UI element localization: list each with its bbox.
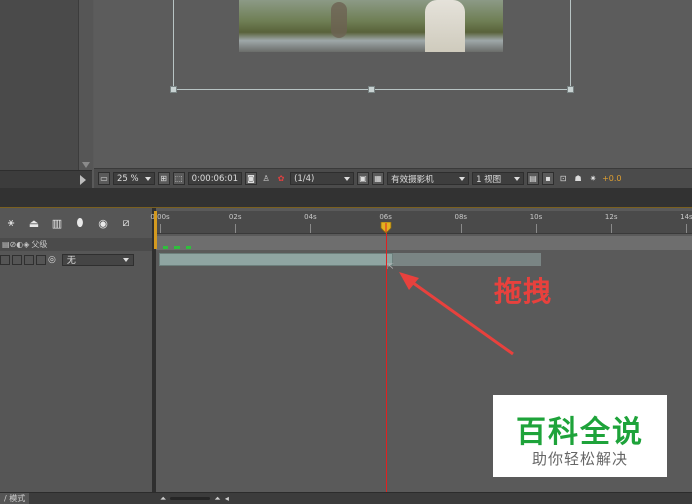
- person-icon: ♙: [262, 174, 270, 183]
- fast-preview-button[interactable]: ▪: [542, 172, 555, 185]
- viewer-toolbar: ▭ 25 % ⊞ ⬚ 0:00:06:01 ◙ ♙ ✿ (1/4) ▣ ▦ 有效…: [94, 168, 692, 188]
- ruler-tick: [235, 224, 237, 233]
- expand-triangle-icon[interactable]: [80, 175, 86, 185]
- ruler-tick: [310, 224, 312, 233]
- graph-editor-icon[interactable]: ⧄: [119, 216, 133, 230]
- show-snapshot-button[interactable]: ♙: [260, 172, 272, 185]
- time-ruler[interactable]: 0:00s 02s 04s 06s 08s 10s 12s 14s: [150, 211, 692, 234]
- switches-icon: ▤⊘◐◈: [2, 240, 30, 249]
- exposure-button[interactable]: ✷: [587, 172, 599, 185]
- ruler-tick: [686, 224, 688, 233]
- ruler-label: 14s: [680, 213, 692, 221]
- ruler-tick: [460, 224, 462, 233]
- watermark-title: 百科全说: [516, 415, 644, 450]
- camera-icon: ◙: [247, 174, 255, 183]
- chevron-down-icon: [459, 176, 466, 181]
- snapshot-button[interactable]: ◙: [245, 172, 258, 185]
- layer-duration-bar[interactable]: [159, 253, 393, 266]
- layer-row-controls: ◎ 无: [0, 252, 152, 267]
- camera-dropdown[interactable]: 有效摄影机: [387, 172, 470, 185]
- rgb-icon: ✿: [277, 174, 285, 183]
- chevron-down-icon: [344, 176, 351, 181]
- annotation-label: 拖拽: [494, 275, 553, 308]
- camera-value: 有效摄影机: [391, 174, 434, 185]
- ruler-tick: [536, 224, 537, 233]
- parent-dropdown[interactable]: 无: [61, 253, 134, 266]
- flowchart-button[interactable]: ☗: [572, 172, 584, 185]
- channel-button[interactable]: ✿: [275, 172, 287, 185]
- ruler-tick: [611, 224, 613, 233]
- timeline-status-bar: / 模式 ⏶ ⏶ ◂: [0, 492, 692, 504]
- panel-divider: [0, 188, 692, 208]
- current-time-field[interactable]: 0:00:06:01: [187, 172, 243, 185]
- toggle-pixel-aspect-button[interactable]: ▤: [527, 172, 540, 185]
- layer-source-extent: [393, 253, 541, 266]
- grid-guides-button[interactable]: ⊞: [157, 172, 170, 185]
- comp-mini-flowchart-icon[interactable]: ⚹: [4, 216, 18, 230]
- region-of-interest-button[interactable]: ▣: [357, 172, 370, 185]
- resolution-value: (1/4): [294, 173, 315, 184]
- frame-handle-br[interactable]: [567, 86, 574, 93]
- current-time-indicator-head[interactable]: [380, 222, 392, 234]
- chevron-down-icon: [122, 257, 129, 262]
- parent-value: 无: [66, 256, 76, 266]
- frame-handle-bm[interactable]: [368, 86, 375, 93]
- zoom-value: 25 %: [117, 173, 139, 184]
- frame-handle-bl[interactable]: [170, 86, 177, 93]
- composition-frame[interactable]: [170, 0, 574, 93]
- ruler-label: 12s: [604, 213, 618, 221]
- hide-shy-layers-icon[interactable]: ▥: [50, 216, 64, 230]
- zoom-track[interactable]: [170, 497, 211, 500]
- chevron-down-icon: [144, 176, 151, 181]
- watermark-badge: 百科全说 助你轻松解决: [493, 395, 667, 477]
- ruler-label: 10s: [529, 213, 543, 221]
- views-value: 1 视图: [476, 174, 502, 185]
- mask-visibility-button[interactable]: ⬚: [172, 172, 185, 185]
- layer-column-header: ▤⊘◐◈ 父级: [0, 238, 152, 251]
- project-scrollbar[interactable]: [78, 0, 93, 170]
- layer-switch-1[interactable]: [0, 254, 10, 265]
- toggle-switches-modes[interactable]: / 模式: [0, 493, 30, 504]
- project-panel-footer: [0, 170, 92, 189]
- work-area-bar[interactable]: [156, 236, 692, 250]
- chevron-down-icon: [514, 176, 521, 181]
- timeline-zoom-slider[interactable]: ⏶ ⏶ ◂: [160, 494, 250, 504]
- views-dropdown[interactable]: 1 视图: [472, 172, 525, 185]
- timeline-switches-bar: ⚹ ⏏ ▥ ⬮ ◉ ⧄: [0, 211, 152, 235]
- draft-3d-icon[interactable]: ⏏: [27, 216, 41, 230]
- watermark-subtitle: 助你轻松解决: [531, 450, 628, 468]
- zoom-in-icon[interactable]: ⏶: [214, 494, 220, 504]
- frame-blending-icon[interactable]: ⬮: [73, 216, 87, 230]
- layer-switch-2[interactable]: [12, 254, 22, 265]
- pickwhip-icon[interactable]: ◎: [48, 255, 56, 265]
- scroll-left-icon[interactable]: ◂: [225, 494, 229, 503]
- cached-frames-indicator: [163, 246, 191, 249]
- ruler-label: 06s: [379, 213, 392, 221]
- fast-preview-icon: ▪: [545, 174, 551, 183]
- mode-label: / 模式: [4, 494, 26, 503]
- work-area-start-marker[interactable]: [154, 211, 157, 249]
- always-preview-button[interactable]: ▭: [98, 172, 110, 185]
- layer-switch-4[interactable]: [36, 254, 46, 265]
- scroll-down-icon[interactable]: [82, 162, 90, 168]
- timecode-value: 0:00:06:01: [191, 173, 239, 184]
- zoom-out-icon[interactable]: ⏶: [160, 494, 166, 504]
- exposure-value[interactable]: +0.0: [602, 174, 621, 183]
- timeline-button[interactable]: ⊡: [557, 172, 569, 185]
- zoom-dropdown[interactable]: 25 %: [113, 172, 155, 185]
- ruler-label: 02s: [228, 213, 242, 221]
- transparency-grid-button[interactable]: ▦: [372, 172, 385, 185]
- ruler-label: 08s: [454, 213, 468, 221]
- parent-column-label: 父级: [31, 240, 48, 249]
- layer-switch-3[interactable]: [24, 254, 34, 265]
- ruler-label: 04s: [304, 213, 317, 221]
- ruler-tick: [160, 224, 161, 233]
- motion-blur-icon[interactable]: ◉: [96, 216, 110, 230]
- resolution-dropdown[interactable]: (1/4): [290, 172, 355, 185]
